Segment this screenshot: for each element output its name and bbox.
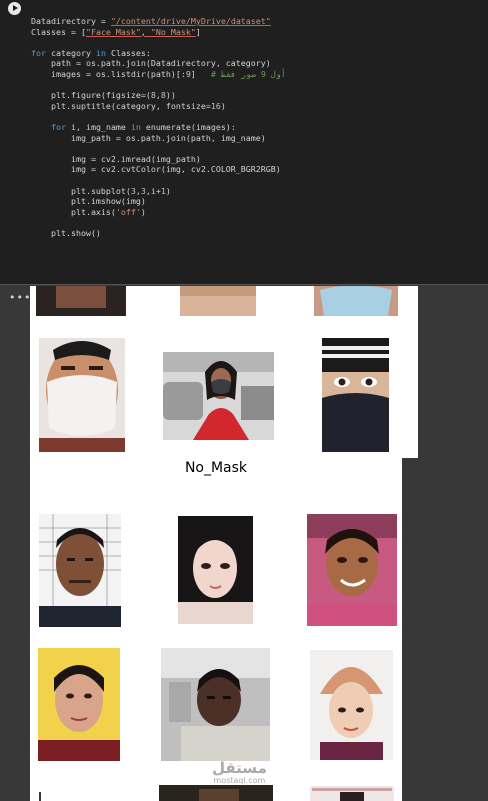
image-no-mask-6 <box>310 650 393 760</box>
image-face-mask-2 <box>180 286 256 316</box>
figure-face-mask <box>30 286 418 458</box>
image-face-mask-1 <box>36 286 126 316</box>
output-menu-icon[interactable]: ••• <box>9 291 31 304</box>
image-no-mask-4 <box>38 648 120 761</box>
watermark: مستقل mostaql.com <box>212 759 267 786</box>
image-face-mask-5 <box>163 352 274 440</box>
code-cell[interactable]: Datadirectory = "/content/drive/MyDrive/… <box>0 0 488 284</box>
image-no-mask-1 <box>39 514 121 627</box>
image-no-mask-2 <box>178 516 253 624</box>
figure-title: No_Mask <box>184 460 248 476</box>
image-no-mask-3 <box>307 514 397 626</box>
image-face-mask-4 <box>39 338 125 452</box>
image-no-mask-8 <box>159 785 273 801</box>
image-no-mask-5 <box>161 648 270 761</box>
code-editor[interactable]: Datadirectory = "/content/drive/MyDrive/… <box>31 16 286 238</box>
image-face-mask-3 <box>314 286 398 316</box>
image-no-mask-7 <box>39 792 41 801</box>
figure-no-mask: No_Mask <box>30 458 402 801</box>
image-no-mask-9 <box>310 786 394 801</box>
run-cell-icon[interactable] <box>8 2 21 15</box>
image-face-mask-6 <box>322 338 389 452</box>
cell-divider <box>0 284 488 285</box>
